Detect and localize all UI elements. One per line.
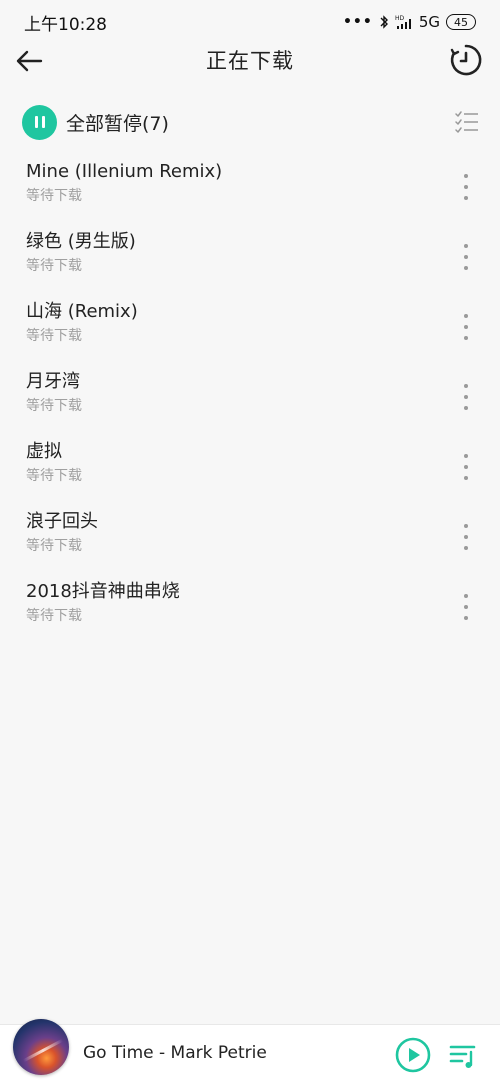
header: 正在下载 (0, 38, 500, 82)
download-list: Mine (Illenium Remix) 等待下载 绿色 (男生版) 等待下载… (0, 152, 500, 642)
history-button[interactable] (448, 42, 484, 78)
download-status: 等待下载 (26, 188, 82, 204)
playlist-icon (449, 1045, 476, 1068)
song-title: 山海 (Remix) (26, 301, 138, 322)
battery-icon: 45 (446, 14, 476, 30)
bluetooth-icon (380, 15, 388, 29)
list-item[interactable]: 虚拟 等待下载 (0, 432, 500, 502)
more-options-icon[interactable] (460, 174, 472, 200)
mini-player[interactable]: Go Time - Mark Petrie (0, 1019, 500, 1083)
pause-all-row: 全部暂停(7) (22, 104, 486, 140)
song-title: 虚拟 (26, 441, 62, 462)
more-options-icon[interactable] (460, 594, 472, 620)
status-icons: ••• HD 5G 45 (343, 13, 476, 31)
clock-history-icon (450, 44, 482, 76)
status-time: 上午10:28 (24, 14, 107, 35)
album-art[interactable] (13, 1019, 69, 1075)
play-icon (395, 1037, 431, 1073)
list-item[interactable]: 浪子回头 等待下载 (0, 502, 500, 572)
list-item[interactable]: 绿色 (男生版) 等待下载 (0, 222, 500, 292)
play-button[interactable] (395, 1037, 431, 1073)
download-status: 等待下载 (26, 468, 82, 484)
more-options-icon[interactable] (460, 314, 472, 340)
download-status: 等待下载 (26, 258, 82, 274)
download-status: 等待下载 (26, 328, 82, 344)
notification-dots-icon: ••• (342, 14, 373, 30)
download-status: 等待下载 (26, 398, 82, 414)
download-status: 等待下载 (26, 608, 82, 624)
list-item[interactable]: 山海 (Remix) 等待下载 (0, 292, 500, 362)
multi-select-button[interactable] (454, 109, 480, 135)
pause-icon (34, 116, 45, 128)
more-options-icon[interactable] (460, 244, 472, 270)
page-title: 正在下载 (206, 49, 294, 73)
checklist-icon (455, 111, 478, 133)
network-type: 5G (418, 13, 440, 31)
back-arrow-icon (16, 50, 43, 72)
back-button[interactable] (12, 44, 46, 78)
svg-text:HD: HD (395, 15, 405, 22)
download-status: 等待下载 (26, 538, 82, 554)
playlist-button[interactable] (448, 1041, 478, 1071)
more-options-icon[interactable] (460, 384, 472, 410)
song-title: 2018抖音神曲串烧 (26, 581, 180, 602)
song-title: 绿色 (男生版) (26, 231, 136, 252)
pause-all-button[interactable] (22, 104, 57, 140)
song-title: 浪子回头 (26, 511, 98, 532)
more-options-icon[interactable] (460, 524, 472, 550)
now-playing-title[interactable]: Go Time - Mark Petrie (83, 1043, 267, 1063)
signal-icon: HD (395, 15, 411, 29)
list-item[interactable]: 月牙湾 等待下载 (0, 362, 500, 432)
song-title: 月牙湾 (26, 371, 80, 392)
song-title: Mine (Illenium Remix) (26, 161, 223, 182)
pause-all-label[interactable]: 全部暂停(7) (66, 109, 169, 136)
list-item[interactable]: 2018抖音神曲串烧 等待下载 (0, 572, 500, 642)
more-options-icon[interactable] (460, 454, 472, 480)
list-item[interactable]: Mine (Illenium Remix) 等待下载 (0, 152, 500, 222)
